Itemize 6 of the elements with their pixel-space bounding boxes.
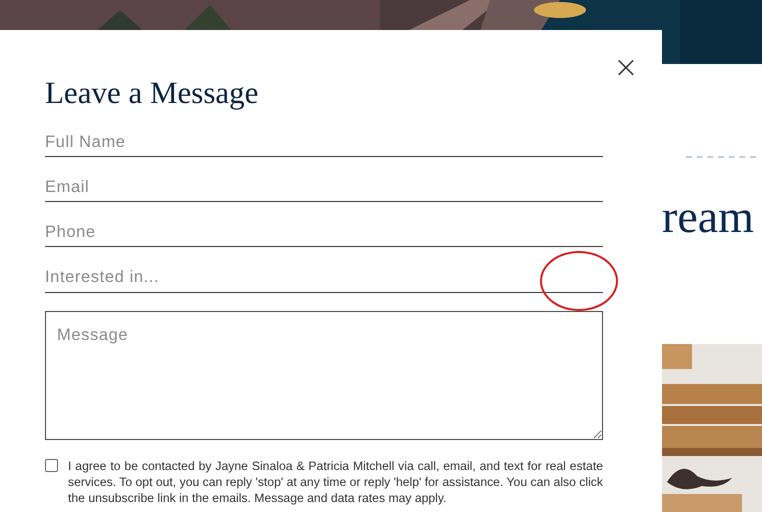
- consent-text: I agree to be contacted by Jayne Sinaloa & Patricia Mitchell via call, email, and text for real estate services. To opt out, you can reply 'stop' at any time or reply 'help' for assistance. You can also click the unsubscribe link in the emails. Message and data rates may apply.: [68, 458, 603, 506]
- close-button[interactable]: ×: [612, 54, 640, 82]
- dialog-title: Leave a Message: [45, 74, 260, 112]
- checkbox[interactable]: [45, 459, 58, 472]
- heading-fragment: ream: [662, 194, 754, 240]
- message-field[interactable]: Message: [45, 311, 603, 440]
